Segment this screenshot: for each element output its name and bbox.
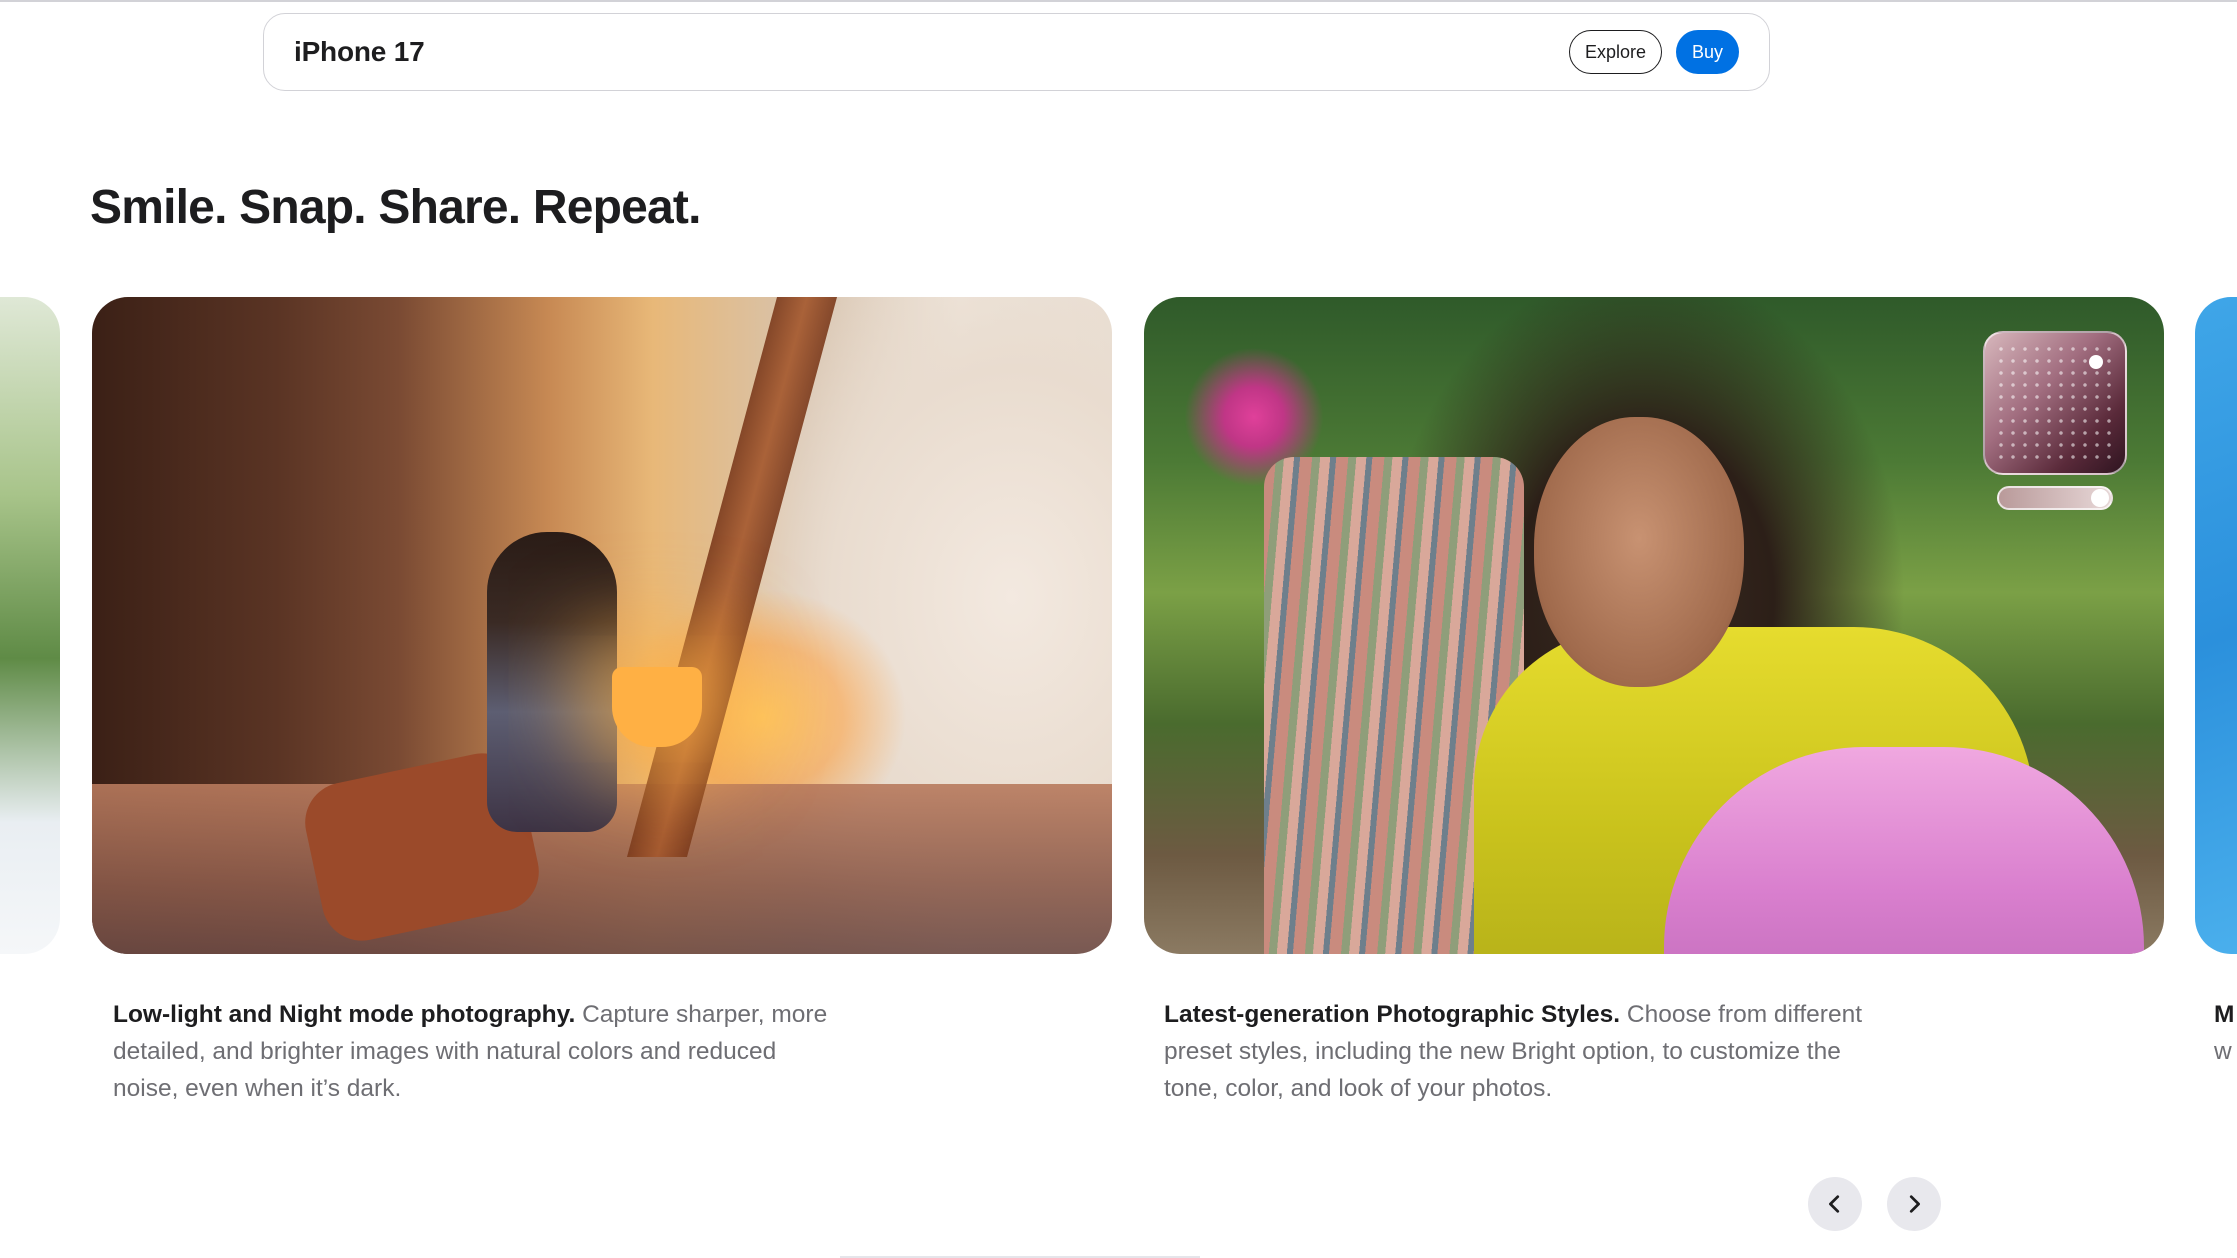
next-card-image-peek	[2195, 297, 2237, 954]
explore-button[interactable]: Explore	[1568, 30, 1662, 74]
next-card-caption-peek: M w	[2214, 1001, 2235, 1065]
gallery-next-button[interactable]	[1887, 1177, 1941, 1231]
gallery-previous-button[interactable]	[1808, 1177, 1862, 1231]
caption-lead: Latest-generation Photographic Styles.	[1164, 1001, 1621, 1028]
chevron-left-icon	[1829, 1195, 1840, 1213]
slider-thumb	[2091, 489, 2109, 507]
portrait-face	[1534, 417, 1744, 687]
buy-button[interactable]: Buy	[1675, 30, 1739, 74]
chevron-right-icon	[1909, 1195, 1920, 1213]
product-title[interactable]: iPhone 17	[294, 36, 425, 68]
product-nav: iPhone 17 Explore Buy	[263, 13, 1770, 91]
photographic-styles-photo	[1144, 297, 2164, 954]
card-caption: Low-light and Night mode photography. Ca…	[113, 996, 833, 1107]
style-pad-knob	[2089, 355, 2103, 369]
photographic-style-pad	[1983, 331, 2127, 475]
previous-card-image-peek	[0, 297, 60, 954]
card-caption: Latest-generation Photographic Styles. C…	[1164, 996, 1874, 1107]
caption-lead: Low-light and Night mode photography.	[113, 1001, 576, 1028]
section-headline: Smile. Snap. Share. Repeat.	[90, 181, 701, 234]
night-mode-photo	[92, 297, 1112, 954]
top-divider	[0, 0, 2237, 2]
ladder	[626, 297, 838, 857]
child-figure	[487, 532, 617, 832]
glowing-lamp	[612, 667, 702, 747]
style-intensity-slider	[1997, 486, 2113, 510]
